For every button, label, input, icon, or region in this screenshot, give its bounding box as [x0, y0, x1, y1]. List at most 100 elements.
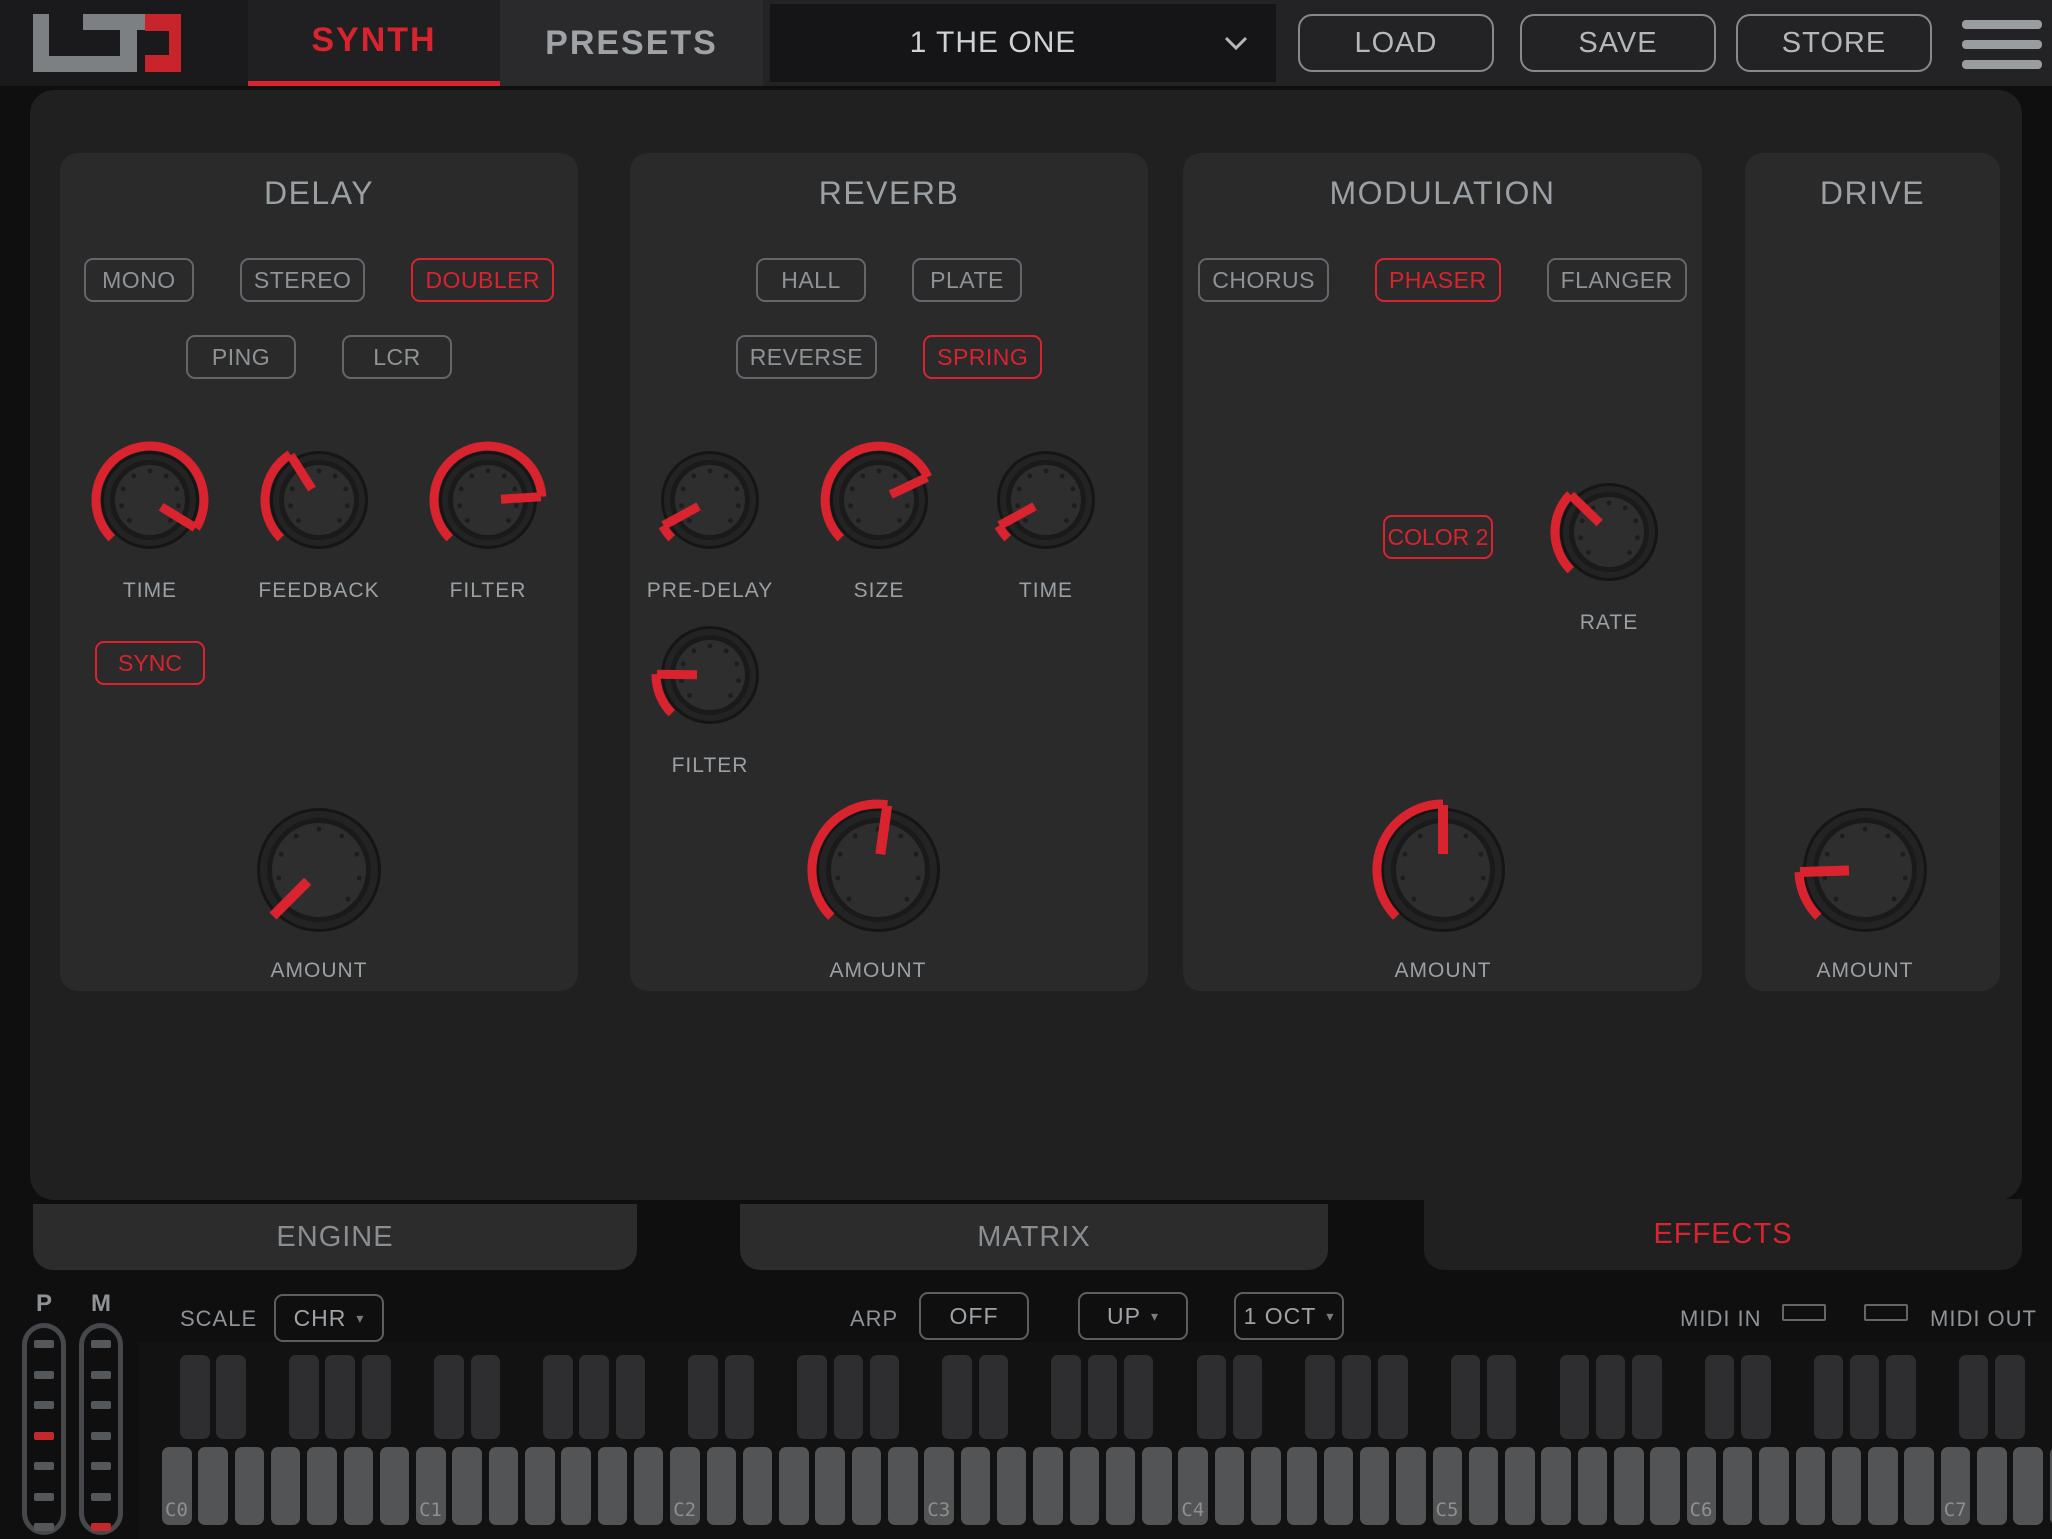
white-key[interactable]: [1215, 1447, 1245, 1525]
tab-effects[interactable]: EFFECTS: [1424, 1199, 2022, 1270]
black-key[interactable]: [579, 1355, 609, 1439]
toggle-button-sync[interactable]: SYNC: [95, 641, 205, 685]
drive-amount-knob[interactable]: [1789, 794, 1941, 951]
tab-engine[interactable]: ENGINE: [33, 1204, 637, 1270]
black-key[interactable]: [1451, 1355, 1481, 1439]
black-key[interactable]: [543, 1355, 573, 1439]
white-key[interactable]: [307, 1447, 337, 1525]
tab-matrix[interactable]: MATRIX: [740, 1204, 1328, 1270]
white-key[interactable]: [452, 1447, 482, 1525]
white-key[interactable]: [1469, 1447, 1499, 1525]
mode-button-chorus[interactable]: CHORUS: [1198, 258, 1329, 302]
white-key[interactable]: [1941, 1447, 1971, 1525]
white-key[interactable]: [1650, 1447, 1680, 1525]
tab-presets[interactable]: PRESETS: [500, 0, 763, 86]
mode-button-doubler[interactable]: DOUBLER: [411, 258, 554, 302]
arp-direction-select[interactable]: UP ▾: [1078, 1292, 1188, 1340]
delay-amount-knob[interactable]: [243, 794, 395, 951]
white-key[interactable]: [598, 1447, 628, 1525]
mode-button-flanger[interactable]: FLANGER: [1547, 258, 1687, 302]
black-key[interactable]: [1814, 1355, 1844, 1439]
black-key[interactable]: [870, 1355, 900, 1439]
black-key[interactable]: [1959, 1355, 1989, 1439]
reverb-filter-knob[interactable]: [644, 609, 776, 746]
black-key[interactable]: [1596, 1355, 1626, 1439]
black-key[interactable]: [1124, 1355, 1154, 1439]
white-key[interactable]: [380, 1447, 410, 1525]
white-key[interactable]: [1614, 1447, 1644, 1525]
black-key[interactable]: [216, 1355, 246, 1439]
mode-button-mono[interactable]: MONO: [84, 258, 194, 302]
color-mode-button[interactable]: COLOR 2: [1383, 515, 1493, 559]
white-key[interactable]: [1251, 1447, 1281, 1525]
delay-time-knob[interactable]: [84, 434, 216, 571]
black-key[interactable]: [1342, 1355, 1372, 1439]
black-key[interactable]: [942, 1355, 972, 1439]
black-key[interactable]: [180, 1355, 210, 1439]
reverb-pre-delay-knob[interactable]: [644, 434, 776, 571]
mode-button-hall[interactable]: HALL: [756, 258, 866, 302]
white-key[interactable]: [1433, 1447, 1463, 1525]
white-key[interactable]: [634, 1447, 664, 1525]
reverb-time-knob[interactable]: [980, 434, 1112, 571]
white-key[interactable]: [924, 1447, 954, 1525]
black-key[interactable]: [325, 1355, 355, 1439]
white-key[interactable]: [779, 1447, 809, 1525]
hamburger-menu-icon[interactable]: [1962, 18, 2042, 72]
black-key[interactable]: [1088, 1355, 1118, 1439]
delay-filter-knob[interactable]: [422, 434, 554, 571]
white-key[interactable]: [416, 1447, 446, 1525]
white-key[interactable]: [1796, 1447, 1826, 1525]
arp-octave-select[interactable]: 1 OCT ▾: [1234, 1292, 1344, 1340]
tab-synth[interactable]: SYNTH: [248, 0, 500, 86]
black-key[interactable]: [1487, 1355, 1517, 1439]
white-key[interactable]: [561, 1447, 591, 1525]
white-key[interactable]: [997, 1447, 1027, 1525]
white-key[interactable]: [489, 1447, 519, 1525]
black-key[interactable]: [1560, 1355, 1590, 1439]
black-key[interactable]: [471, 1355, 501, 1439]
white-key[interactable]: [1142, 1447, 1172, 1525]
black-key[interactable]: [1632, 1355, 1662, 1439]
black-key[interactable]: [688, 1355, 718, 1439]
white-key[interactable]: [1396, 1447, 1426, 1525]
mode-button-phaser[interactable]: PHASER: [1375, 258, 1501, 302]
black-key[interactable]: [979, 1355, 1009, 1439]
black-key[interactable]: [1305, 1355, 1335, 1439]
white-key[interactable]: [235, 1447, 265, 1525]
black-key[interactable]: [1197, 1355, 1227, 1439]
black-key[interactable]: [1233, 1355, 1263, 1439]
load-button[interactable]: LOAD: [1298, 14, 1494, 72]
black-key[interactable]: [616, 1355, 646, 1439]
white-key[interactable]: [1904, 1447, 1934, 1525]
white-key[interactable]: [1324, 1447, 1354, 1525]
mode-button-lcr[interactable]: LCR: [342, 335, 452, 379]
reverb-amount-knob[interactable]: [802, 794, 954, 951]
black-key[interactable]: [725, 1355, 755, 1439]
white-key[interactable]: [344, 1447, 374, 1525]
black-key[interactable]: [1886, 1355, 1916, 1439]
pitch-wheel-slider[interactable]: [22, 1323, 66, 1535]
black-key[interactable]: [1850, 1355, 1880, 1439]
mode-button-stereo[interactable]: STEREO: [240, 258, 366, 302]
white-key[interactable]: [1759, 1447, 1789, 1525]
black-key[interactable]: [797, 1355, 827, 1439]
store-button[interactable]: STORE: [1736, 14, 1932, 72]
white-key[interactable]: [888, 1447, 918, 1525]
mod-wheel-slider[interactable]: [79, 1323, 123, 1535]
white-key[interactable]: [1868, 1447, 1898, 1525]
modulation-amount-knob[interactable]: [1367, 794, 1519, 951]
black-key[interactable]: [289, 1355, 319, 1439]
black-key[interactable]: [1741, 1355, 1771, 1439]
black-key[interactable]: [1995, 1355, 2025, 1439]
white-key[interactable]: [1687, 1447, 1717, 1525]
white-key[interactable]: [961, 1447, 991, 1525]
mode-button-spring[interactable]: SPRING: [923, 335, 1042, 379]
reverb-size-knob[interactable]: [813, 434, 945, 571]
black-key[interactable]: [1378, 1355, 1408, 1439]
white-key[interactable]: [1106, 1447, 1136, 1525]
white-key[interactable]: [1178, 1447, 1208, 1525]
white-key[interactable]: [1360, 1447, 1390, 1525]
scale-select[interactable]: CHR ▾: [274, 1294, 384, 1342]
white-key[interactable]: [271, 1447, 301, 1525]
